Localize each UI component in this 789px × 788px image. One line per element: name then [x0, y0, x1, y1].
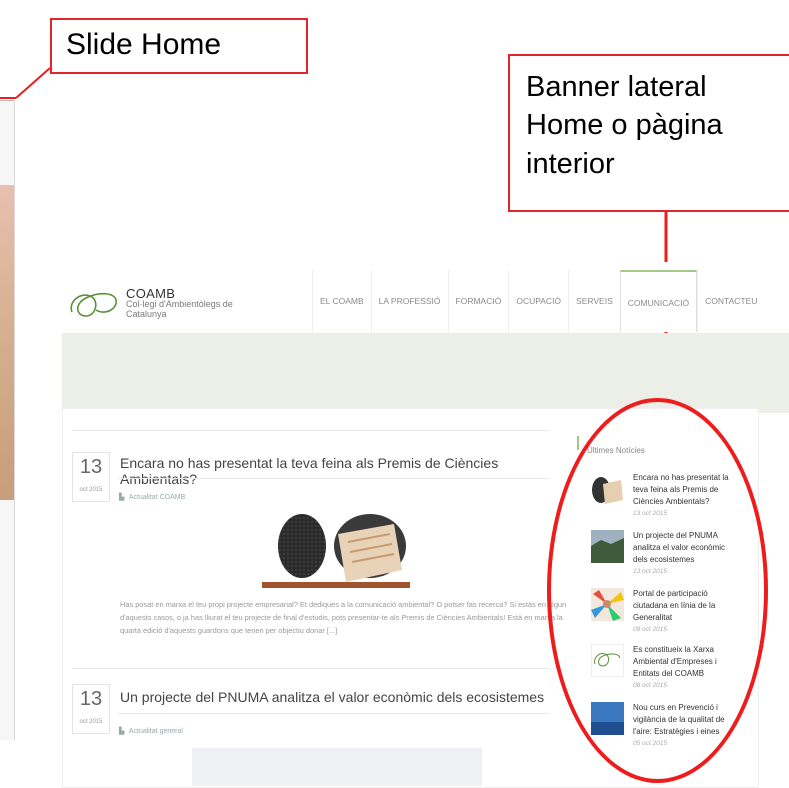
- post-category[interactable]: Actualitat COAMB: [129, 494, 185, 501]
- post-divider: [72, 430, 550, 431]
- post-category[interactable]: Actualitat general: [129, 728, 183, 735]
- nav-comunicacio[interactable]: COMUNICACIÓ: [619, 270, 698, 332]
- nav-serveis[interactable]: SERVEIS: [568, 270, 620, 332]
- post-date-box: 13 oct 2015: [72, 452, 110, 502]
- callout-slide-home: Slide Home: [50, 18, 308, 74]
- post-image[interactable]: [262, 512, 410, 588]
- page-header-band: [62, 333, 789, 413]
- post-date-box: 13 oct 2015: [72, 684, 110, 734]
- highlight-ellipse: [547, 398, 768, 783]
- nav-el-coamb[interactable]: EL COAMB: [312, 270, 371, 332]
- post-day: 13: [79, 688, 103, 710]
- post-title-divider: [118, 713, 550, 714]
- slide-callout-pointer: [15, 67, 51, 99]
- post-category-row: ▙ Actualitat COAMB: [119, 486, 185, 504]
- tag-icon: ▙: [119, 494, 125, 501]
- nav-contacteu[interactable]: CONTACTEU: [697, 270, 764, 332]
- post-excerpt: Has posat en marxa el teu propi projecte…: [120, 600, 567, 635]
- nav-la-professio[interactable]: LA PROFESSIÓ: [370, 270, 448, 332]
- sidebar-title-accent: [577, 436, 579, 450]
- nav-ocupacio[interactable]: OCUPACIÓ: [508, 270, 568, 332]
- post-divider: [72, 668, 550, 669]
- post-category-row: ▙ Actualitat general: [119, 720, 183, 738]
- post-image[interactable]: [192, 748, 482, 786]
- post-title[interactable]: Un projecte del PNUMA analitza el valor …: [120, 689, 560, 705]
- post-title[interactable]: Encara no has presentat la teva feina al…: [120, 455, 560, 487]
- post-month: oct 2015: [79, 487, 103, 493]
- post-day: 13: [79, 456, 103, 478]
- nav-formacio[interactable]: FORMACIÓ: [447, 270, 509, 332]
- tag-icon: ▙: [119, 728, 125, 735]
- callout-banner-lateral: Banner lateral Home o pàgina interior: [508, 54, 789, 212]
- post-title-divider: [118, 478, 550, 479]
- main-nav: EL COAMB LA PROFESSIÓ FORMACIÓ OCUPACIÓ …: [312, 270, 764, 332]
- site-subtitle: Col·legi d'Ambientòlegs de Catalunya: [126, 299, 233, 319]
- post-month: oct 2015: [79, 719, 103, 725]
- coamb-logo-icon[interactable]: [66, 282, 120, 322]
